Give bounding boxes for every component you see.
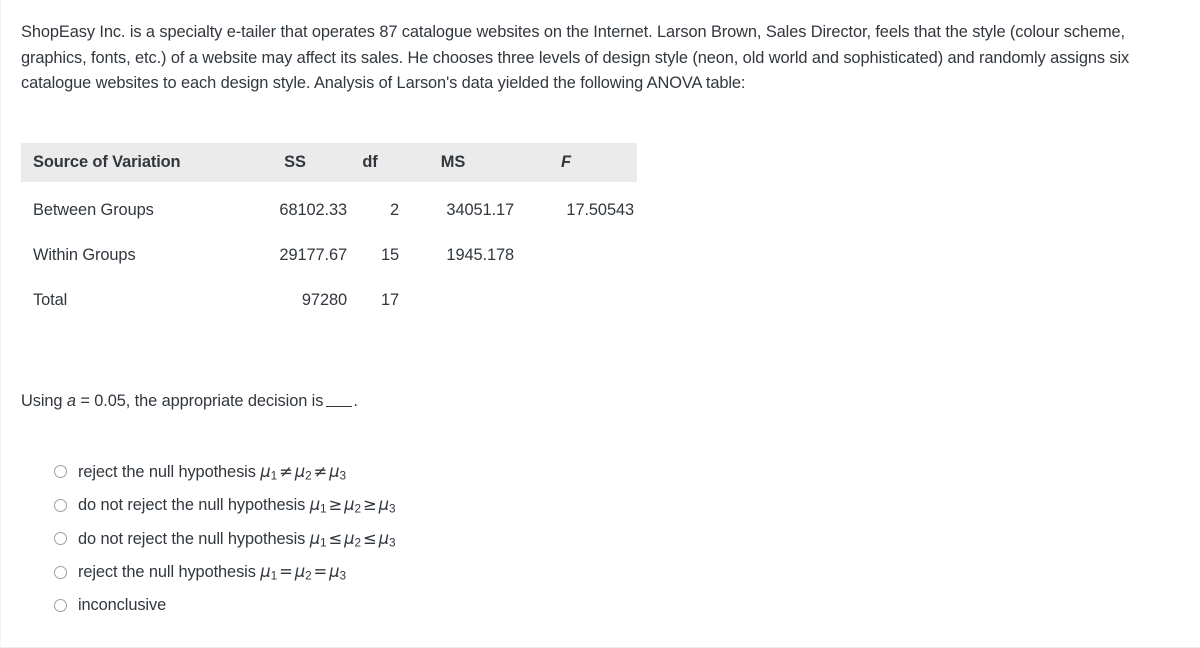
mu-symbol: μ <box>294 562 306 582</box>
column-header-source: Source of Variation <box>33 153 181 171</box>
option-label-3: do not reject the null hypothesis μ1 ≤ μ2 ≤… <box>78 528 396 550</box>
cell-df: 2 <box>389 201 399 219</box>
question-suffix: . <box>353 392 358 410</box>
column-header-f: F <box>561 153 571 171</box>
relation-operator: ≠ <box>279 461 293 481</box>
cell-ms: 34051.17 <box>446 201 514 219</box>
relation-operator: ≤ <box>362 528 377 548</box>
cell-source: Within Groups <box>33 246 136 264</box>
cell-source: Total <box>33 291 68 309</box>
mu-symbol: μ <box>260 562 271 582</box>
mu-symbol: μ <box>309 495 321 515</box>
question-prefix: Using <box>21 392 67 410</box>
anova-table: Source of Variation SS df MS F Between G… <box>21 143 637 323</box>
option-decision-text: do not reject the null hypothesis <box>78 496 310 515</box>
answer-blank <box>326 391 353 407</box>
mu-subscript: 3 <box>388 501 396 516</box>
question-page: ShopEasy Inc. is a specialty e-tailer th… <box>0 0 1200 648</box>
option-label-2: do not reject the null hypothesis μ1 ≥ μ2 ≥… <box>78 495 396 516</box>
relation-operator: ≠ <box>313 461 328 481</box>
table-row: Total 97280 17 <box>21 278 637 323</box>
mu-symbol: μ <box>378 528 389 548</box>
option-row-5[interactable]: inconclusive <box>54 589 754 623</box>
column-header-df: df <box>362 153 378 171</box>
relation-operator: ≤ <box>328 528 343 548</box>
option-decision-text: reject the null hypothesis <box>78 563 261 582</box>
decision-question: Using a = 0.05, the appropriate decision… <box>21 390 358 412</box>
anova-table-body: Between Groups 68102.33 2 34051.17 17.50… <box>21 182 637 323</box>
cell-df: 15 <box>380 246 399 264</box>
radio-button-icon[interactable] <box>54 498 67 512</box>
column-header-ms: MS <box>440 153 466 171</box>
relation-operator: ≥ <box>328 495 343 515</box>
cell-f <box>514 278 637 323</box>
mu-subscript: 2 <box>305 568 312 583</box>
cell-ss: 97280 <box>301 291 347 309</box>
anova-table-header: Source of Variation SS df MS F <box>21 143 637 182</box>
alpha-symbol: a <box>66 392 76 410</box>
radio-button-icon[interactable] <box>54 465 67 479</box>
mu-subscript: 2 <box>305 468 312 483</box>
option-row-2[interactable]: do not reject the null hypothesis μ1 ≥ μ2 ≥… <box>54 489 754 523</box>
mu-symbol: μ <box>294 461 306 481</box>
relation-operator: = <box>313 562 328 582</box>
option-row-3[interactable]: do not reject the null hypothesis μ1 ≤ μ2 ≤… <box>54 522 754 556</box>
mu-symbol: μ <box>378 495 389 515</box>
cell-ss: 29177.67 <box>279 246 347 264</box>
column-header-ss: SS <box>284 153 306 171</box>
option-row-4[interactable]: reject the null hypothesis μ1 = μ2 = μ3 <box>54 556 754 590</box>
mu-subscript: 3 <box>339 568 347 583</box>
cell-f: 17.50543 <box>566 201 634 219</box>
cell-ms <box>399 278 514 323</box>
mu-subscript: 1 <box>320 501 327 516</box>
cell-df: 17 <box>380 291 399 309</box>
cell-f <box>514 233 637 278</box>
mu-symbol: μ <box>329 562 340 582</box>
cell-ms: 1945.178 <box>446 246 514 264</box>
option-decision-text: reject the null hypothesis <box>78 462 261 481</box>
answer-options: reject the null hypothesis μ1 ≠ μ2 ≠ μ3 do n… <box>54 455 754 623</box>
relation-operator: = <box>279 562 293 582</box>
relation-operator: ≥ <box>362 495 377 515</box>
option-label-5: inconclusive <box>78 596 166 615</box>
cell-ss: 68102.33 <box>279 201 347 219</box>
option-row-1[interactable]: reject the null hypothesis μ1 ≠ μ2 ≠ μ3 <box>54 455 754 489</box>
option-label-4: reject the null hypothesis μ1 = μ2 = μ3 <box>78 562 346 582</box>
mu-symbol: μ <box>260 461 271 481</box>
radio-button-icon[interactable] <box>54 532 67 546</box>
mu-subscript: 3 <box>339 468 347 483</box>
table-row: Within Groups 29177.67 15 1945.178 <box>21 233 637 278</box>
option-decision-text: inconclusive <box>78 596 167 615</box>
option-decision-text: do not reject the null hypothesis <box>78 529 310 548</box>
mu-subscript: 3 <box>388 535 396 550</box>
option-label-1: reject the null hypothesis μ1 ≠ μ2 ≠ μ3 <box>78 462 346 482</box>
mu-subscript: 2 <box>354 501 361 516</box>
question-middle: = 0.05, the appropriate decision is <box>75 392 324 410</box>
table-header-row: Source of Variation SS df MS F <box>21 143 637 182</box>
mu-subscript: 2 <box>354 535 361 550</box>
mu-symbol: μ <box>344 528 355 548</box>
radio-button-icon[interactable] <box>54 565 67 579</box>
mu-symbol: μ <box>344 495 355 515</box>
mu-symbol: μ <box>309 528 321 548</box>
radio-button-icon[interactable] <box>54 599 67 613</box>
mu-symbol: μ <box>329 461 340 481</box>
cell-source: Between Groups <box>33 201 154 219</box>
mu-subscript: 1 <box>320 535 327 550</box>
table-row: Between Groups 68102.33 2 34051.17 17.50… <box>21 182 637 233</box>
question-prompt: ShopEasy Inc. is a specialty e-tailer th… <box>21 23 1130 93</box>
